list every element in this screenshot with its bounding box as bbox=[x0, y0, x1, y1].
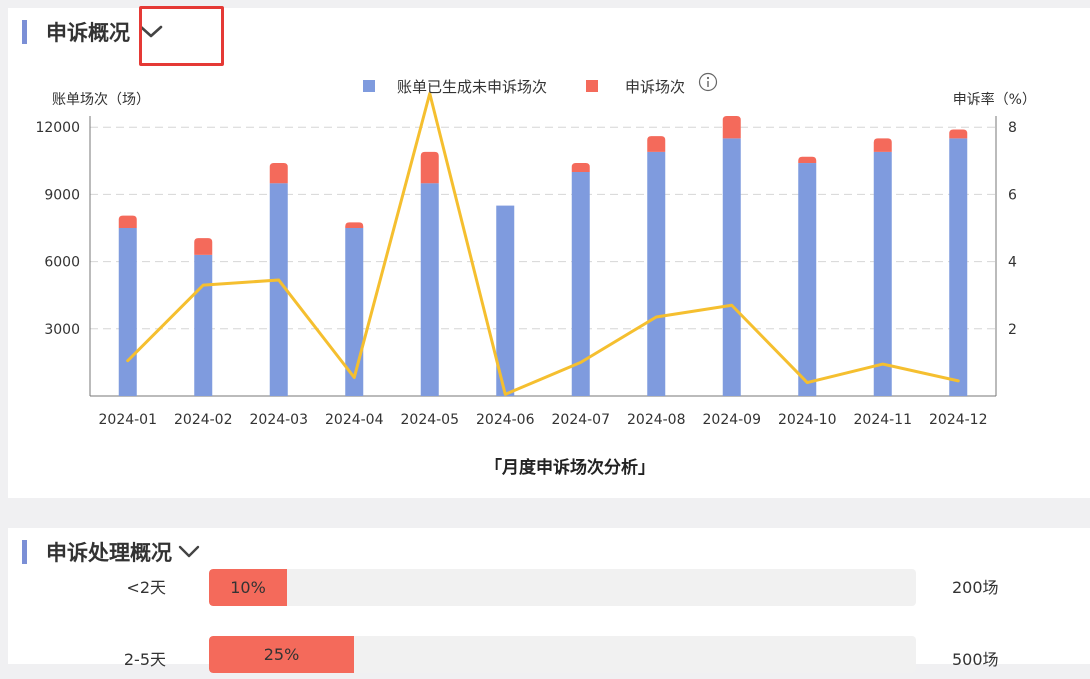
bar-appealed bbox=[194, 238, 213, 255]
bar-unappealed bbox=[647, 151, 666, 396]
right-axis-label: 申诉率（%） bbox=[953, 91, 1036, 108]
bar-appealed bbox=[647, 136, 666, 152]
count-label: 500场 bbox=[952, 650, 999, 669]
chart-title: 「月度申诉场次分析」 bbox=[485, 457, 655, 478]
duration-label: 2-5天 bbox=[123, 650, 166, 669]
section-accent-bar bbox=[22, 540, 27, 564]
bar-unappealed bbox=[949, 138, 968, 396]
bar-appealed bbox=[420, 151, 439, 184]
duration-label: <2天 bbox=[126, 578, 166, 597]
section-header-processing: 申诉处理概况 bbox=[22, 537, 202, 567]
count-label: 200场 bbox=[952, 578, 999, 597]
legend-swatch-appealed bbox=[586, 80, 598, 92]
right-tick-label: 4 bbox=[1008, 255, 1017, 271]
bar-appealed bbox=[269, 163, 288, 184]
x-tick-label: 2024-06 bbox=[476, 412, 535, 428]
bar-unappealed bbox=[873, 151, 892, 396]
legend-swatch-unappealed bbox=[363, 80, 375, 92]
right-tick-label: 2 bbox=[1008, 322, 1017, 338]
appeal-rate-line bbox=[126, 91, 960, 396]
bar-unappealed bbox=[420, 183, 439, 396]
bar-appealed bbox=[873, 138, 892, 152]
bar-appealed bbox=[798, 156, 817, 164]
bar-appealed bbox=[949, 129, 968, 139]
bar-appealed bbox=[345, 222, 364, 228]
bar-appealed bbox=[571, 163, 590, 172]
info-icon-dot bbox=[706, 76, 710, 80]
x-tick-label: 2024-09 bbox=[703, 412, 762, 428]
bar-unappealed bbox=[194, 254, 213, 396]
processing-row: 2-5天 25% 500场 bbox=[8, 636, 1090, 674]
right-tick-label: 6 bbox=[1008, 187, 1017, 203]
left-tick-label: 9000 bbox=[44, 187, 80, 203]
x-tick-label: 2024-11 bbox=[854, 412, 913, 428]
appeal-overview-panel: 申诉概况 3000 6000 9000 12000 2 4 6 8 2024-01 2024-02… bbox=[8, 6, 1090, 498]
x-tick-label: 2024-08 bbox=[627, 412, 686, 428]
bar-appealed bbox=[118, 215, 137, 228]
bar-unappealed bbox=[118, 228, 137, 396]
section-title-processing: 申诉处理概况 bbox=[46, 541, 172, 565]
x-tick-label: 2024-03 bbox=[250, 412, 309, 428]
appeal-processing-panel: 申诉处理概况 <2天 10% 200场 2-5天 25% 500场 bbox=[8, 528, 1090, 673]
progress-track: 25% bbox=[209, 636, 916, 673]
bar-unappealed bbox=[722, 138, 741, 396]
x-tick-label: 2024-10 bbox=[778, 412, 837, 428]
x-tick-label: 2024-01 bbox=[99, 412, 158, 428]
x-tick-label: 2024-02 bbox=[174, 412, 233, 428]
processing-row: <2天 10% 200场 bbox=[8, 569, 1090, 607]
right-tick-label: 8 bbox=[1008, 120, 1017, 136]
x-tick-label: 2024-07 bbox=[552, 412, 611, 428]
percent-label: 25% bbox=[263, 645, 300, 664]
bar-appealed bbox=[722, 116, 741, 139]
x-tick-label: 2024-12 bbox=[929, 412, 988, 428]
progress-track: 10% bbox=[209, 569, 916, 606]
left-tick-label: 6000 bbox=[44, 255, 80, 271]
monthly-appeal-chart: 3000 6000 9000 12000 2 4 6 8 2024-01 2024-02 2024-… bbox=[35, 72, 1036, 478]
legend-label-unappealed: 账单已生成未申诉场次 bbox=[397, 78, 547, 96]
chevron-down-icon[interactable] bbox=[176, 539, 202, 565]
x-tick-label: 2024-04 bbox=[325, 412, 384, 428]
legend-label-appealed: 申诉场次 bbox=[625, 78, 685, 96]
left-tick-label: 12000 bbox=[35, 120, 80, 136]
left-axis-label: 账单场次（场） bbox=[52, 92, 150, 108]
x-tick-label: 2024-05 bbox=[401, 412, 460, 428]
percent-label: 10% bbox=[230, 578, 266, 597]
bar-unappealed bbox=[798, 163, 817, 396]
left-tick-label: 3000 bbox=[44, 322, 80, 338]
